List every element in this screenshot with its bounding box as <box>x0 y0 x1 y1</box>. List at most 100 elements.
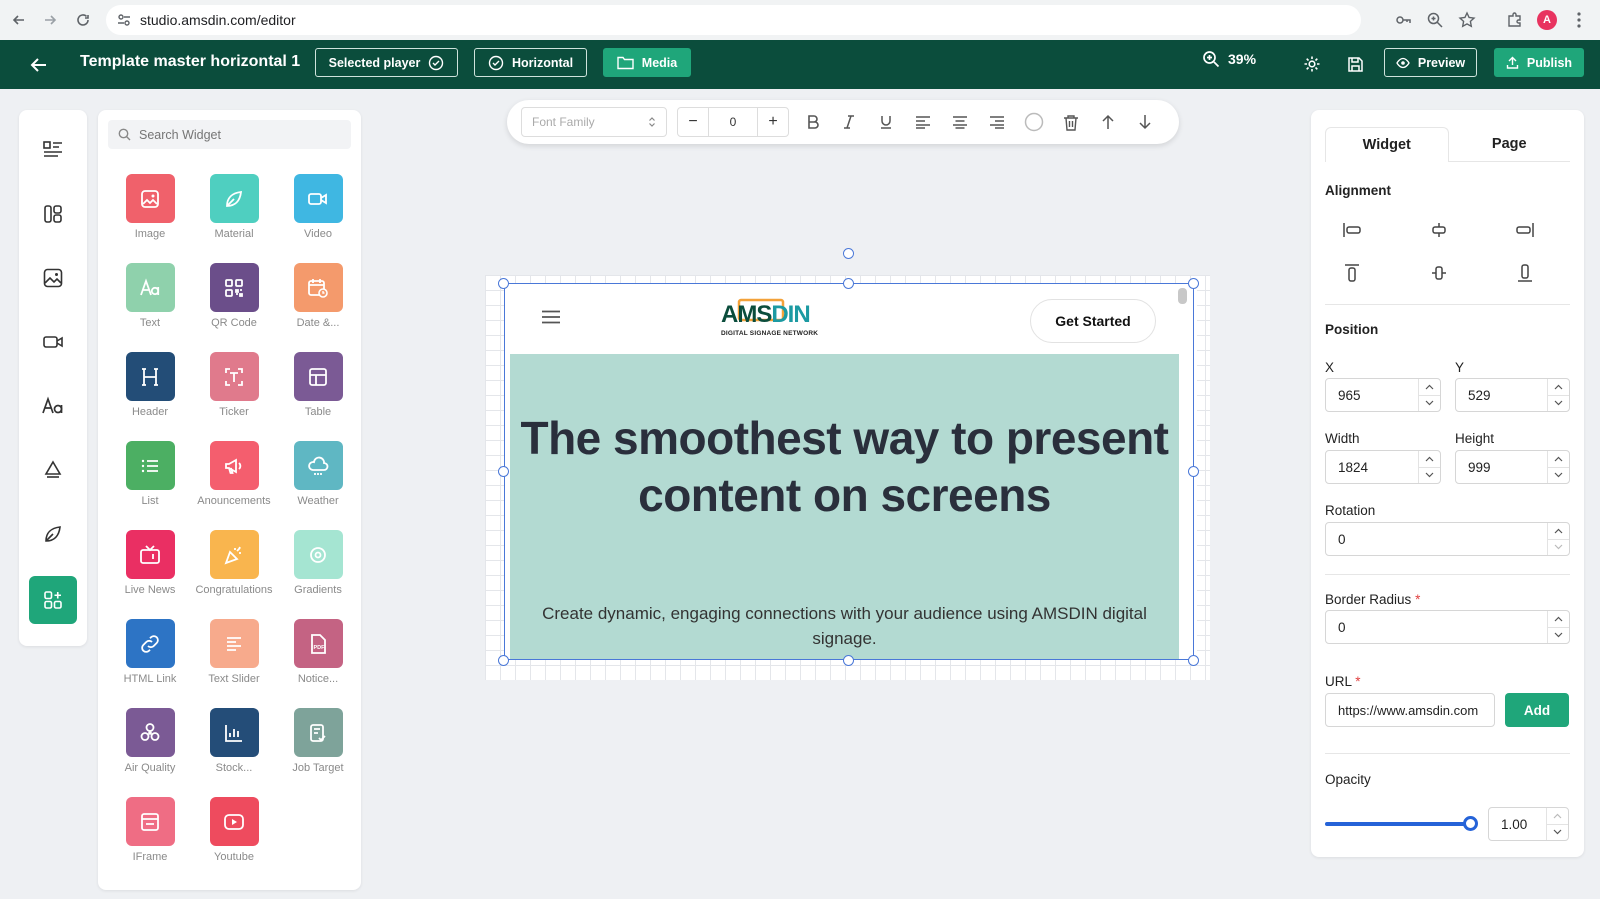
rail-image-icon[interactable] <box>29 254 77 302</box>
rail-shapes-icon[interactable] <box>29 446 77 494</box>
chevron-down-icon[interactable] <box>1548 468 1569 484</box>
align-center-icon[interactable] <box>948 110 972 134</box>
chevron-up-icon[interactable] <box>1419 379 1440 396</box>
rotation-field[interactable]: 0 <box>1325 522 1570 556</box>
width-spinner[interactable] <box>1418 451 1440 483</box>
profile-avatar[interactable]: A <box>1532 5 1562 35</box>
rail-text-icon[interactable] <box>29 382 77 430</box>
address-bar[interactable]: studio.amsdin.com/editor <box>106 5 1361 35</box>
opacity-value[interactable]: 1.00 <box>1489 817 1546 832</box>
height-spinner[interactable] <box>1547 451 1569 483</box>
save-icon[interactable] <box>1342 51 1368 77</box>
resize-handle-top-left[interactable] <box>498 278 509 289</box>
align-right-edge-icon[interactable] <box>1511 216 1539 244</box>
rail-material-icon[interactable] <box>29 510 77 558</box>
rotation-spinner[interactable] <box>1547 523 1569 555</box>
extensions-icon[interactable] <box>1500 5 1530 35</box>
widget-qr-code[interactable]: QR Code <box>192 263 276 352</box>
back-arrow-icon[interactable] <box>24 50 54 80</box>
font-family-select[interactable]: Font Family <box>521 107 667 137</box>
widget-youtube[interactable]: Youtube <box>192 797 276 886</box>
widget-text-slider[interactable]: Text Slider <box>192 619 276 708</box>
font-size-value[interactable]: 0 <box>708 108 758 136</box>
chevron-down-icon[interactable] <box>1419 468 1440 484</box>
height-field[interactable]: 999 <box>1455 450 1570 484</box>
y-spinner[interactable] <box>1547 379 1569 411</box>
y-field[interactable]: 529 <box>1455 378 1570 412</box>
delete-trash-icon[interactable] <box>1059 110 1083 134</box>
underline-icon[interactable] <box>874 110 898 134</box>
widget-gradients[interactable]: Gradients <box>276 530 360 619</box>
rail-layers-icon[interactable] <box>29 126 77 174</box>
width-field[interactable]: 1824 <box>1325 450 1441 484</box>
resize-handle-right[interactable] <box>1188 466 1199 477</box>
widget-stock[interactable]: Stock... <box>192 708 276 797</box>
rotation-handle[interactable] <box>843 248 854 259</box>
opacity-slider-handle[interactable] <box>1463 816 1478 831</box>
chevron-down-icon[interactable] <box>1548 396 1569 412</box>
color-picker-icon[interactable] <box>1022 110 1046 134</box>
browser-reload-icon[interactable] <box>68 5 98 35</box>
zoom-icon[interactable] <box>1420 5 1450 35</box>
widget-html-link[interactable]: HTML Link <box>108 619 192 708</box>
widget-image[interactable]: Image <box>108 174 192 263</box>
selected-player-button[interactable]: Selected player <box>315 48 458 77</box>
zoom-control[interactable]: 39% <box>1202 50 1256 68</box>
publish-button[interactable]: Publish <box>1494 48 1584 77</box>
resize-handle-top[interactable] <box>843 278 854 289</box>
chevron-up-icon[interactable] <box>1548 523 1569 540</box>
italic-icon[interactable] <box>837 110 861 134</box>
tab-page[interactable]: Page <box>1449 126 1571 161</box>
browser-back-icon[interactable] <box>4 5 34 35</box>
rotation-value[interactable]: 0 <box>1326 532 1547 547</box>
width-value[interactable]: 1824 <box>1326 460 1418 475</box>
media-button[interactable]: Media <box>603 48 691 77</box>
rail-layout-icon[interactable] <box>29 190 77 238</box>
tab-widget[interactable]: Widget <box>1325 127 1449 162</box>
align-top-edge-icon[interactable] <box>1338 259 1366 287</box>
font-size-increase-button[interactable]: + <box>758 108 788 136</box>
y-value[interactable]: 529 <box>1456 388 1547 403</box>
resize-handle-bottom-right[interactable] <box>1188 655 1199 666</box>
browser-menu-icon[interactable] <box>1564 5 1594 35</box>
widget-ticker[interactable]: Ticker <box>192 352 276 441</box>
chevron-down-icon[interactable] <box>1547 825 1568 841</box>
align-bottom-edge-icon[interactable] <box>1511 259 1539 287</box>
chevron-down-icon[interactable] <box>1548 628 1569 644</box>
widget-air-quality[interactable]: Air Quality <box>108 708 192 797</box>
opacity-slider-track[interactable] <box>1325 822 1470 826</box>
widget-table[interactable]: Table <box>276 352 360 441</box>
widget-text[interactable]: Text <box>108 263 192 352</box>
x-value[interactable]: 965 <box>1326 388 1418 403</box>
border-radius-field[interactable]: 0 <box>1325 610 1570 644</box>
add-url-button[interactable]: Add <box>1505 693 1569 727</box>
widget-list[interactable]: List <box>108 441 192 530</box>
search-widget-input[interactable] <box>139 127 339 142</box>
chevron-up-icon[interactable] <box>1419 451 1440 468</box>
orientation-button[interactable]: Horizontal <box>474 48 587 77</box>
x-field[interactable]: 965 <box>1325 378 1441 412</box>
settings-gear-icon[interactable] <box>1299 51 1325 77</box>
widget-weather[interactable]: Weather <box>276 441 360 530</box>
widget-header[interactable]: Header <box>108 352 192 441</box>
url-input[interactable]: https://www.amsdin.com <box>1325 693 1495 727</box>
opacity-spinner[interactable] <box>1546 808 1568 840</box>
font-size-decrease-button[interactable]: − <box>678 108 708 136</box>
password-key-icon[interactable] <box>1388 5 1418 35</box>
border-radius-spinner[interactable] <box>1547 611 1569 643</box>
align-right-icon[interactable] <box>985 110 1009 134</box>
bold-icon[interactable] <box>801 110 825 134</box>
resize-handle-bottom[interactable] <box>843 655 854 666</box>
align-left-edge-icon[interactable] <box>1338 216 1366 244</box>
widget-video[interactable]: Video <box>276 174 360 263</box>
widget-iframe[interactable]: IFrame <box>108 797 192 886</box>
site-settings-icon[interactable] <box>116 12 132 28</box>
widget-anouncements[interactable]: Anouncements <box>192 441 276 530</box>
align-horizontal-center-icon[interactable] <box>1425 216 1453 244</box>
chevron-up-icon[interactable] <box>1547 808 1568 825</box>
widget-congratulations[interactable]: Congratulations <box>192 530 276 619</box>
preview-button[interactable]: Preview <box>1384 48 1477 77</box>
send-backward-arrow-down-icon[interactable] <box>1133 110 1157 134</box>
height-value[interactable]: 999 <box>1456 460 1547 475</box>
resize-handle-left[interactable] <box>498 466 509 477</box>
